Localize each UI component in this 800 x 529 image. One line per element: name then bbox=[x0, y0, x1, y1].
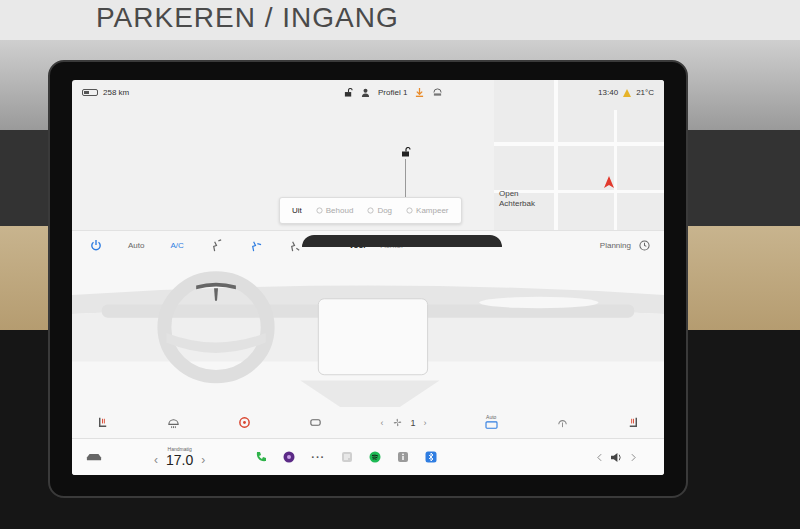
climate-keeper-option[interactable]: Uit bbox=[292, 206, 302, 215]
fan-icon bbox=[392, 417, 403, 428]
planning-button[interactable]: Planning bbox=[600, 241, 631, 250]
climate-bottom-controls: ‹ 1 › Auto bbox=[72, 407, 664, 438]
temp-down-button[interactable]: ‹ bbox=[154, 453, 158, 467]
rear-defrost-button[interactable]: Auto bbox=[485, 414, 498, 431]
mode-icon bbox=[316, 207, 323, 214]
car-view: 258 km Profiel 1 13:40 21°C Uit Behoud Dog Kamp… bbox=[72, 80, 664, 230]
notes-icon[interactable] bbox=[341, 451, 353, 463]
camera-icon[interactable] bbox=[283, 451, 295, 463]
dock: Handmatig ‹ 17.0 › ··· bbox=[72, 438, 664, 475]
clock: 13:40 bbox=[598, 88, 618, 97]
ac-button[interactable]: A/C bbox=[170, 241, 183, 250]
climate-keeper-option[interactable]: Dog bbox=[367, 206, 392, 215]
airflow-icon[interactable] bbox=[288, 239, 301, 252]
app-launcher: ··· bbox=[255, 451, 437, 463]
seat-heater-right-icon[interactable] bbox=[627, 416, 640, 429]
dashboard-illustration bbox=[72, 257, 664, 407]
defrost-front-icon[interactable] bbox=[167, 416, 180, 429]
car-row: Uit Behoud Dog Kampeer OpenAchterbak bbox=[72, 97, 664, 227]
fan-speed-control: ‹ 1 › bbox=[381, 417, 427, 428]
auto-button[interactable]: Auto bbox=[128, 241, 144, 250]
profile-name[interactable]: Profiel 1 bbox=[378, 88, 407, 97]
sign-text: PARKEREN / INGANG bbox=[96, 4, 399, 40]
volume-up-icon[interactable] bbox=[631, 453, 636, 462]
touchscreen: 258 km Profiel 1 13:40 21°C Uit Behoud Dog Kamp… bbox=[48, 60, 688, 498]
airflow-icon[interactable] bbox=[210, 239, 223, 252]
car-lock-icon[interactable] bbox=[401, 147, 411, 157]
clock-icon[interactable] bbox=[639, 240, 650, 251]
spotify-icon[interactable] bbox=[369, 451, 381, 463]
temperature-control: Handmatig ‹ 17.0 › bbox=[154, 446, 205, 468]
info-icon[interactable] bbox=[397, 451, 409, 463]
seat-heater-left-icon[interactable] bbox=[96, 416, 109, 429]
mode-icon bbox=[406, 207, 413, 214]
phone-icon[interactable] bbox=[255, 451, 267, 463]
volume-control bbox=[597, 452, 636, 463]
climate-panel: AutoA/CVoorAchterPlanning‹1›Auto bbox=[72, 230, 664, 438]
climate-keeper-option[interactable]: Kampeer bbox=[406, 206, 448, 215]
cabin-temperature: 17.0 bbox=[166, 452, 193, 468]
fan-speed: 1 bbox=[411, 418, 416, 428]
temperature-warning-icon bbox=[623, 89, 631, 97]
rear-defrost-icon bbox=[485, 420, 498, 431]
speaker-icon[interactable] bbox=[610, 452, 623, 463]
outside-temperature: 21°C bbox=[636, 88, 654, 97]
range: 258 km bbox=[103, 88, 129, 97]
photo-scene: PARKEREN / INGANG 258 km Profiel 1 13:40 21°… bbox=[0, 0, 800, 529]
sos-icon[interactable] bbox=[432, 88, 443, 97]
steering-heater-icon[interactable] bbox=[238, 416, 251, 429]
rear-defrost-label: Auto bbox=[486, 414, 496, 420]
fan-up-button[interactable]: › bbox=[424, 418, 427, 428]
bluetooth-icon[interactable] bbox=[425, 451, 437, 463]
download-icon[interactable] bbox=[415, 88, 424, 97]
airflow-icon[interactable] bbox=[249, 239, 262, 252]
climate-keeper-menu: Uit Behoud Dog Kampeer bbox=[279, 197, 462, 224]
car-icon[interactable] bbox=[86, 453, 102, 462]
mode-icon bbox=[367, 207, 374, 214]
status-bar: 258 km Profiel 1 13:40 21°C bbox=[72, 80, 664, 97]
recirculation-icon[interactable] bbox=[556, 416, 569, 429]
unlock-icon[interactable] bbox=[344, 88, 353, 97]
temp-up-button[interactable]: › bbox=[201, 453, 205, 467]
battery-icon bbox=[82, 89, 98, 96]
person-icon bbox=[361, 88, 370, 97]
defrost-mirror-icon[interactable] bbox=[309, 416, 322, 429]
climate-keeper-option[interactable]: Behoud bbox=[316, 206, 354, 215]
more-button[interactable]: ··· bbox=[311, 451, 325, 463]
display: 258 km Profiel 1 13:40 21°C Uit Behoud Dog Kamp… bbox=[72, 80, 664, 475]
volume-down-icon[interactable] bbox=[597, 453, 602, 462]
parking-sign: PARKEREN / INGANG bbox=[0, 0, 800, 40]
power-icon[interactable] bbox=[90, 239, 102, 251]
fan-down-button[interactable]: ‹ bbox=[381, 418, 384, 428]
nav-arrow-icon bbox=[604, 176, 614, 188]
car-silhouette bbox=[302, 235, 502, 247]
mode-label: Handmatig bbox=[168, 446, 192, 452]
open-trunk-button[interactable]: OpenAchterbak bbox=[499, 189, 535, 209]
